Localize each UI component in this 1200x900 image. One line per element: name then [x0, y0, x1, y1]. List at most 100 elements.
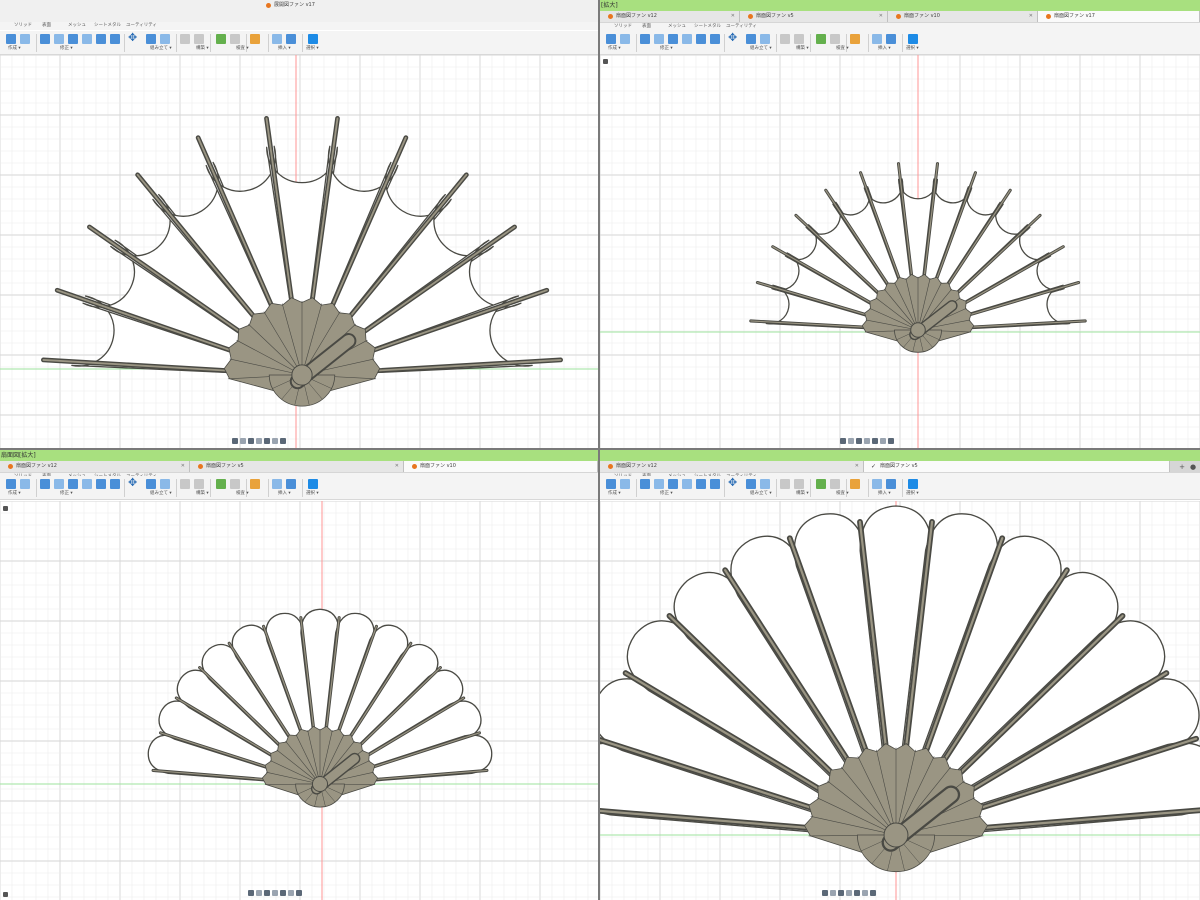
sketch-icon[interactable]	[6, 479, 16, 489]
interference-icon[interactable]	[850, 34, 860, 44]
display-settings-icon[interactable]	[854, 890, 860, 896]
grid-settings-icon[interactable]	[862, 890, 868, 896]
menu-mesh[interactable]: メッシュ	[68, 22, 86, 30]
document-tab[interactable]: 扇面図ファン v5 ✕	[190, 461, 404, 472]
insert-icon[interactable]	[872, 479, 882, 489]
measure-icon[interactable]	[216, 479, 226, 489]
toolbar-group-label[interactable]: 修正 ▾	[60, 46, 73, 52]
toolbar-group-label[interactable]: 選択 ▾	[306, 46, 319, 52]
section-icon[interactable]	[230, 479, 240, 489]
joint-icon[interactable]	[146, 479, 156, 489]
viewports-icon[interactable]	[280, 438, 286, 444]
toolbar-group-label[interactable]: 作成 ▾	[8, 491, 21, 497]
menu-mesh[interactable]: メッシュ	[668, 23, 686, 31]
loft-icon[interactable]	[82, 479, 92, 489]
zoom-icon[interactable]	[838, 890, 844, 896]
joint-icon[interactable]	[746, 479, 756, 489]
toolbar-group-label[interactable]: 選択 ▾	[906, 491, 919, 497]
toolbar-group-label[interactable]: 選択 ▾	[906, 46, 919, 52]
move-icon[interactable]: ✥	[128, 477, 137, 489]
finish-sketch-icon[interactable]	[20, 479, 30, 489]
grid-settings-icon[interactable]	[288, 890, 294, 896]
orbit-icon[interactable]	[840, 438, 846, 444]
document-tab[interactable]: 扇面図ファン v12 ✕	[0, 461, 190, 472]
zoom-icon[interactable]	[248, 438, 254, 444]
toolbar-group-label[interactable]: 挿入 ▾	[278, 46, 291, 52]
sweep-icon[interactable]	[668, 479, 678, 489]
menu-utility[interactable]: ユーティリティ	[126, 22, 157, 30]
close-icon[interactable]: ✕	[1029, 11, 1033, 22]
toolbar-group-label[interactable]: 修正 ▾	[60, 491, 73, 497]
document-tab[interactable]: 扇面図ファン v12 ✕	[600, 461, 864, 472]
insert-icon[interactable]	[272, 34, 282, 44]
fit-icon[interactable]	[272, 890, 278, 896]
offset-plane-icon[interactable]	[180, 479, 190, 489]
canvas-image-icon[interactable]	[286, 479, 296, 489]
toolbar-group-label[interactable]: 検査 ▾	[836, 46, 849, 52]
measure-icon[interactable]	[216, 34, 226, 44]
menu-surface[interactable]: 表面	[642, 23, 651, 31]
as-built-joint-icon[interactable]	[160, 479, 170, 489]
select-icon[interactable]	[908, 34, 918, 44]
as-built-joint-icon[interactable]	[760, 479, 770, 489]
interference-icon[interactable]	[850, 479, 860, 489]
orbit-icon[interactable]	[822, 890, 828, 896]
select-icon[interactable]	[308, 34, 318, 44]
interference-icon[interactable]	[250, 34, 260, 44]
fit-icon[interactable]	[256, 438, 262, 444]
close-icon[interactable]: ✕	[181, 461, 185, 472]
sketch-icon[interactable]	[6, 34, 16, 44]
select-icon[interactable]	[308, 479, 318, 489]
add-tab-icon[interactable]: +	[1178, 463, 1186, 471]
offset-plane-icon[interactable]	[780, 34, 790, 44]
toolbar-group-label[interactable]: 構築 ▾	[196, 46, 209, 52]
viewports-icon[interactable]	[888, 438, 894, 444]
as-built-joint-icon[interactable]	[760, 34, 770, 44]
toolbar-group-label[interactable]: 作成 ▾	[608, 491, 621, 497]
finish-sketch-icon[interactable]	[620, 479, 630, 489]
toolbar-group-label[interactable]: 組み立て ▾	[150, 46, 172, 52]
insert-icon[interactable]	[272, 479, 282, 489]
shell-icon[interactable]	[710, 34, 720, 44]
menu-solid[interactable]: ソリッド	[14, 22, 32, 30]
menu-surface[interactable]: 表面	[42, 22, 51, 30]
sweep-icon[interactable]	[668, 34, 678, 44]
toolbar-group-label[interactable]: 構築 ▾	[196, 491, 209, 497]
box-icon[interactable]	[696, 34, 706, 44]
section-icon[interactable]	[830, 479, 840, 489]
loft-icon[interactable]	[682, 34, 692, 44]
midplane-icon[interactable]	[794, 479, 804, 489]
finish-sketch-icon[interactable]	[20, 34, 30, 44]
offset-plane-icon[interactable]	[780, 479, 790, 489]
toolbar-group-label[interactable]: 修正 ▾	[660, 46, 673, 52]
sketch-icon[interactable]	[606, 34, 616, 44]
shell-icon[interactable]	[710, 479, 720, 489]
section-icon[interactable]	[830, 34, 840, 44]
document-tab[interactable]: 扇面図ファン v17	[1038, 11, 1200, 22]
pan-icon[interactable]	[240, 438, 246, 444]
display-settings-icon[interactable]	[872, 438, 878, 444]
interference-icon[interactable]	[250, 479, 260, 489]
toolbar-group-label[interactable]: 挿入 ▾	[278, 491, 291, 497]
midplane-icon[interactable]	[794, 34, 804, 44]
select-icon[interactable]	[908, 479, 918, 489]
fit-icon[interactable]	[864, 438, 870, 444]
browser-toggle-icon[interactable]	[603, 59, 608, 64]
menu-sheetmetal[interactable]: シートメタル	[694, 23, 721, 31]
close-icon[interactable]: ✕	[879, 11, 883, 22]
close-icon[interactable]: ✕	[731, 11, 735, 22]
toolbar-group-label[interactable]: 検査 ▾	[236, 491, 249, 497]
design-canvas[interactable]	[0, 55, 598, 448]
close-icon[interactable]: ✕	[395, 461, 399, 472]
document-tab[interactable]: 扇面ファン v10	[404, 461, 598, 472]
canvas-image-icon[interactable]	[286, 34, 296, 44]
sweep-icon[interactable]	[68, 479, 78, 489]
toolbar-group-label[interactable]: 作成 ▾	[608, 46, 621, 52]
box-icon[interactable]	[96, 34, 106, 44]
toolbar-group-label[interactable]: 組み立て ▾	[150, 491, 172, 497]
move-icon[interactable]: ✥	[728, 477, 737, 489]
extrude-icon[interactable]	[640, 479, 650, 489]
toolbar-group-label[interactable]: 構築 ▾	[796, 491, 809, 497]
pan-icon[interactable]	[256, 890, 262, 896]
menu-sheetmetal[interactable]: シートメタル	[94, 22, 121, 30]
